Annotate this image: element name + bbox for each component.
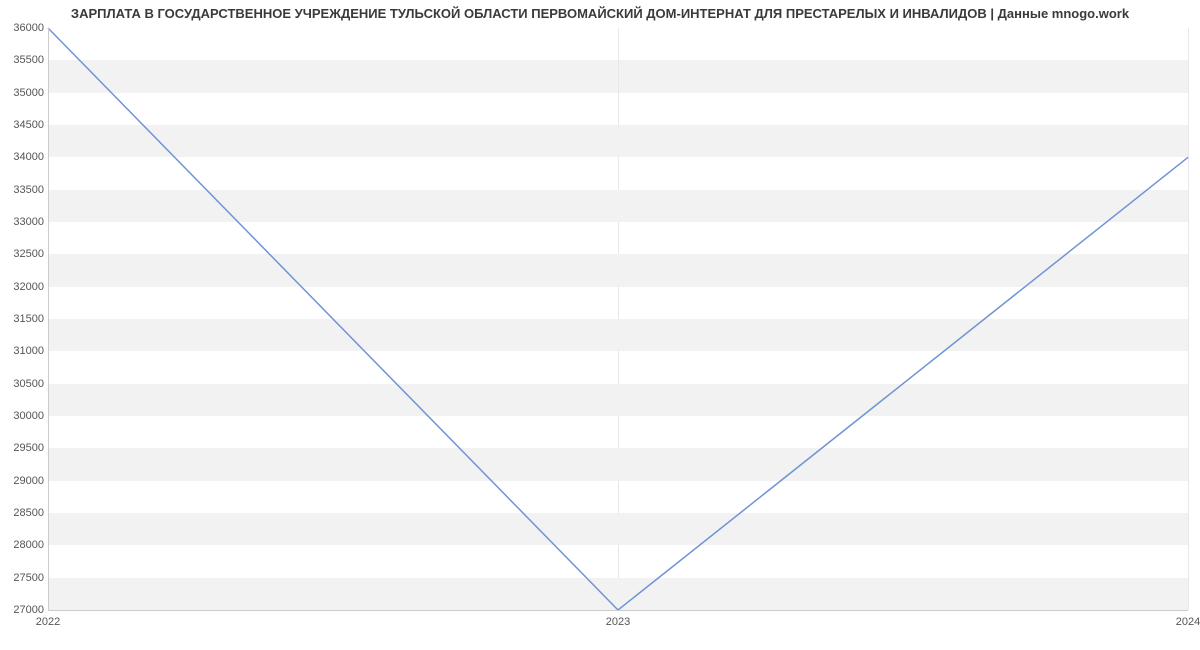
x-tick-label: 2024 [1176,616,1200,628]
line-series [48,28,1188,610]
y-tick-label: 34500 [13,119,44,131]
y-tick-label: 29500 [13,442,44,454]
y-tick-label: 27500 [13,572,44,584]
y-tick-label: 32000 [13,281,44,293]
plot-area [48,28,1188,610]
y-tick-label: 31500 [13,313,44,325]
y-tick-label: 31000 [13,345,44,357]
y-axis-line [48,28,49,610]
y-tick-label: 30000 [13,410,44,422]
x-axis-line [48,610,1188,611]
y-tick-label: 35000 [13,87,44,99]
grid-line-vertical [1188,28,1189,610]
y-tick-label: 29000 [13,475,44,487]
y-tick-label: 28500 [13,507,44,519]
y-tick-label: 28000 [13,539,44,551]
series-line [48,28,1188,610]
chart-container: ЗАРПЛАТА В ГОСУДАРСТВЕННОЕ УЧРЕЖДЕНИЕ ТУ… [0,0,1200,650]
x-tick-label: 2023 [606,616,630,628]
y-tick-label: 35500 [13,54,44,66]
chart-title: ЗАРПЛАТА В ГОСУДАРСТВЕННОЕ УЧРЕЖДЕНИЕ ТУ… [0,6,1200,21]
y-tick-label: 32500 [13,248,44,260]
y-tick-label: 30500 [13,378,44,390]
y-tick-label: 33500 [13,184,44,196]
y-tick-label: 33000 [13,216,44,228]
y-tick-label: 36000 [13,22,44,34]
y-tick-label: 34000 [13,151,44,163]
x-tick-label: 2022 [36,616,60,628]
y-tick-label: 27000 [13,604,44,616]
